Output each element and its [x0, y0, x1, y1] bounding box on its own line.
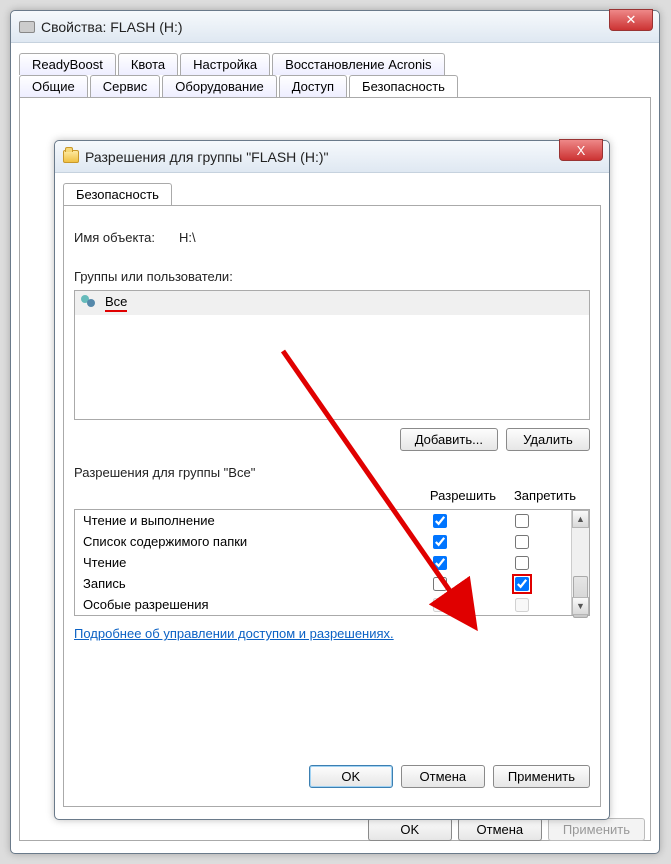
folder-icon: [63, 150, 79, 163]
groups-label: Группы или пользователи:: [74, 269, 590, 284]
properties-titlebar[interactable]: Свойства: FLASH (H:) ✕: [11, 11, 659, 43]
perm-row: Список содержимого папки: [75, 531, 571, 552]
tab-row-1: ReadyBoost Квота Настройка Восстановлени…: [11, 47, 659, 75]
scroll-down-button[interactable]: ▼: [572, 597, 589, 615]
group-item-label: Все: [105, 294, 127, 312]
object-name-value: H:\: [179, 230, 196, 245]
perm-tab-row: Безопасность: [55, 177, 609, 205]
deny-checkbox: [515, 598, 529, 612]
permissions-header: Разрешить Запретить: [74, 486, 590, 509]
deny-column-header: Запретить: [504, 488, 586, 503]
ok-button[interactable]: OK: [368, 818, 452, 841]
group-button-row: Добавить... Удалить: [74, 428, 590, 451]
tab-sharing[interactable]: Доступ: [279, 75, 347, 97]
allow-checkbox[interactable]: [433, 577, 447, 591]
close-button[interactable]: X: [559, 139, 603, 161]
perm-name: Чтение: [83, 555, 399, 570]
close-button[interactable]: ✕: [609, 9, 653, 31]
drive-icon: [19, 21, 35, 33]
tab-acronis[interactable]: Восстановление Acronis: [272, 53, 444, 75]
tab-tools[interactable]: Сервис: [90, 75, 161, 97]
tab-row-2: Общие Сервис Оборудование Доступ Безопас…: [11, 75, 659, 97]
allow-column-header: Разрешить: [422, 488, 504, 503]
permissions-title: Разрешения для группы "FLASH (H:)": [85, 149, 328, 165]
tab-security[interactable]: Безопасность: [349, 75, 458, 97]
tab-hardware[interactable]: Оборудование: [162, 75, 276, 97]
add-button[interactable]: Добавить...: [400, 428, 498, 451]
permissions-for-label: Разрешения для группы "Все": [74, 465, 590, 480]
perm-name: Особые разрешения: [83, 597, 399, 612]
tab-general[interactable]: Общие: [19, 75, 88, 97]
object-name-label: Имя объекта:: [74, 230, 155, 245]
close-icon: ✕: [626, 12, 637, 28]
permissions-grid: Чтение и выполнение Список содержимого п…: [74, 509, 590, 616]
deny-checkbox[interactable]: [515, 535, 529, 549]
perm-row: Чтение и выполнение: [75, 510, 571, 531]
permissions-scrollbar[interactable]: ▲ ▼: [571, 510, 589, 615]
perm-row: Особые разрешения: [75, 594, 571, 615]
learn-more-link[interactable]: Подробнее об управлении доступом и разре…: [74, 626, 590, 641]
group-item-all[interactable]: Все: [75, 291, 589, 315]
allow-checkbox: [433, 598, 447, 612]
close-icon: X: [577, 143, 586, 158]
tab-quota[interactable]: Квота: [118, 53, 178, 75]
groups-listbox[interactable]: Все: [74, 290, 590, 420]
perm-name: Запись: [83, 576, 399, 591]
properties-title: Свойства: FLASH (H:): [41, 19, 183, 35]
users-icon: [81, 295, 99, 311]
properties-button-row: OK Отмена Применить: [368, 818, 645, 841]
allow-checkbox[interactable]: [433, 514, 447, 528]
permissions-window: Разрешения для группы "FLASH (H:)" X Без…: [54, 140, 610, 820]
ok-button[interactable]: OK: [309, 765, 393, 788]
perm-button-row: OK Отмена Применить: [74, 765, 590, 788]
scroll-up-button[interactable]: ▲: [572, 510, 589, 528]
permissions-titlebar[interactable]: Разрешения для группы "FLASH (H:)" X: [55, 141, 609, 173]
tab-security[interactable]: Безопасность: [63, 183, 172, 205]
apply-button: Применить: [548, 818, 645, 841]
remove-button[interactable]: Удалить: [506, 428, 590, 451]
deny-checkbox-write[interactable]: [515, 577, 529, 591]
deny-checkbox[interactable]: [515, 514, 529, 528]
cancel-button[interactable]: Отмена: [458, 818, 542, 841]
allow-checkbox[interactable]: [433, 535, 447, 549]
deny-checkbox[interactable]: [515, 556, 529, 570]
allow-checkbox[interactable]: [433, 556, 447, 570]
perm-row: Чтение: [75, 552, 571, 573]
tab-readyboost[interactable]: ReadyBoost: [19, 53, 116, 75]
perm-row: Запись: [75, 573, 571, 594]
apply-button[interactable]: Применить: [493, 765, 590, 788]
cancel-button[interactable]: Отмена: [401, 765, 485, 788]
perm-name: Список содержимого папки: [83, 534, 399, 549]
tab-customize[interactable]: Настройка: [180, 53, 270, 75]
permissions-tabpanel: Имя объекта: H:\ Группы или пользователи…: [63, 205, 601, 807]
perm-name: Чтение и выполнение: [83, 513, 399, 528]
